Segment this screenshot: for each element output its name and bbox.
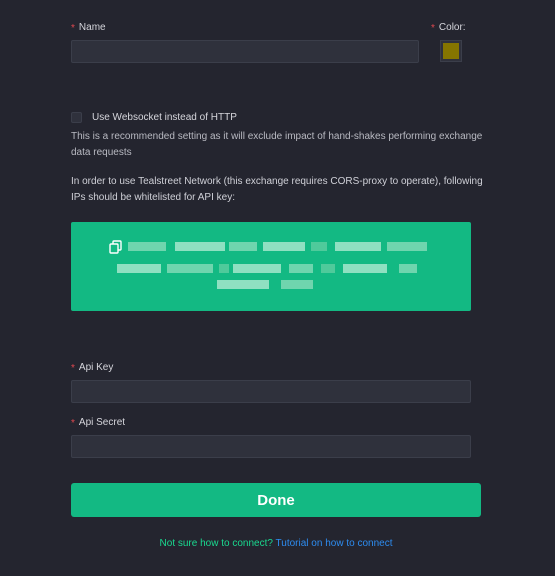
color-label: * Color: <box>431 22 466 34</box>
required-marker: * <box>431 23 435 34</box>
copy-icon[interactable] <box>109 240 123 254</box>
tutorial-link[interactable]: Tutorial on how to connect <box>276 538 393 549</box>
whitelist-ips-box[interactable] <box>71 222 471 311</box>
done-button[interactable]: Done <box>71 483 481 517</box>
required-marker: * <box>71 363 75 374</box>
footer-help: Not sure how to connect? Tutorial on how… <box>0 538 552 549</box>
websocket-hint-line-1: This is a recommended setting as it will… <box>71 131 483 142</box>
color-picker[interactable] <box>440 40 462 62</box>
api-key-input[interactable] <box>71 380 471 403</box>
api-secret-label: * Api Secret <box>71 417 126 429</box>
required-marker: * <box>71 23 75 34</box>
websocket-hint-line-2: data requests <box>71 147 132 158</box>
color-swatch <box>443 43 459 59</box>
proxy-note-line-2: IPs should be whitelisted for API key: <box>71 192 235 203</box>
name-input[interactable] <box>71 40 419 63</box>
proxy-note-line-1: In order to use Tealstreet Network (this… <box>71 176 483 187</box>
help-hint: Not sure how to connect? <box>159 538 273 549</box>
websocket-checkbox[interactable] <box>71 112 82 123</box>
api-key-label: * Api Key <box>71 362 114 374</box>
required-marker: * <box>71 418 75 429</box>
name-label: * Name <box>71 22 106 34</box>
websocket-label[interactable]: Use Websocket instead of HTTP <box>92 112 237 123</box>
api-secret-input[interactable] <box>71 435 471 458</box>
